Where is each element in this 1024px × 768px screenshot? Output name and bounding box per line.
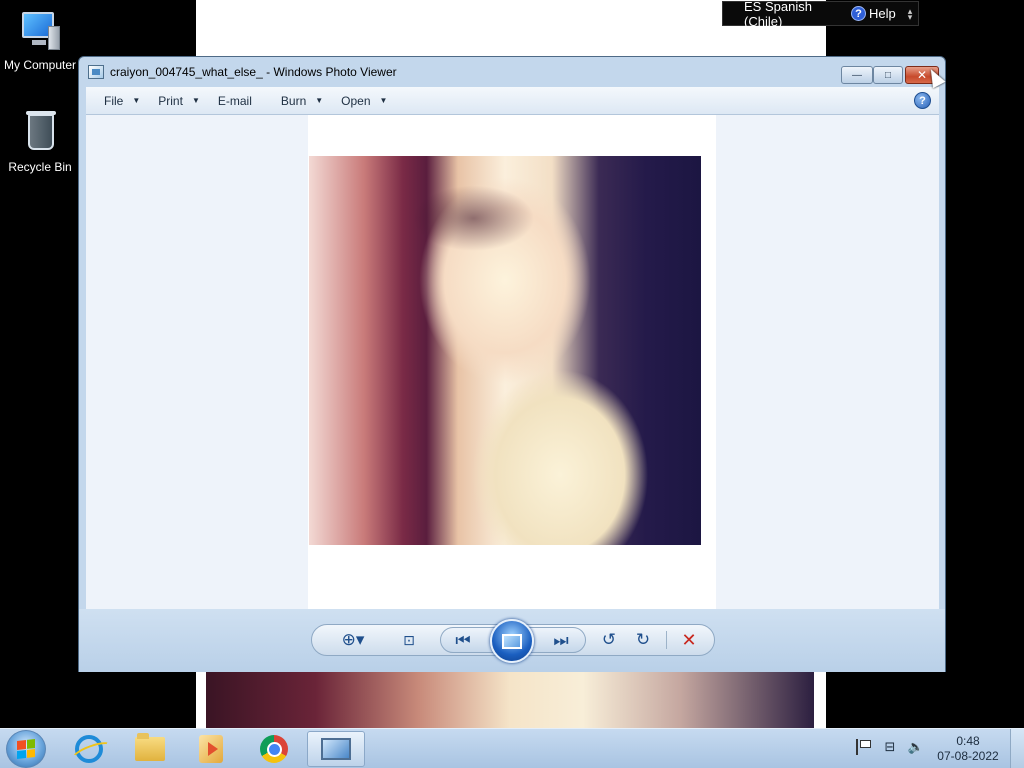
separator: [666, 631, 667, 649]
media-player-icon: [199, 735, 223, 763]
desktop-icon-label: My Computer: [3, 58, 77, 72]
internet-explorer-icon: [75, 735, 103, 763]
controls-pill: ⊕▾ ⊡ ⏮ ⏭ ↺ ↻ ✕: [311, 619, 715, 663]
menu-file-label: File: [104, 93, 124, 108]
language-indicator[interactable]: ES Spanish (Chile): [723, 0, 851, 29]
desktop-icon-label: Recycle Bin: [8, 160, 72, 174]
title-bar[interactable]: craiyon_004745_what_else_ - Windows Phot…: [79, 57, 945, 87]
actual-size-icon[interactable]: ⊡: [396, 625, 422, 655]
maximize-button[interactable]: □: [873, 66, 903, 84]
menu-burn-label: Burn: [280, 93, 307, 108]
next-icon[interactable]: ⏭: [549, 626, 573, 656]
photo-viewer-icon: [88, 65, 104, 79]
langbar-help-button[interactable]: ? Help: [851, 6, 896, 21]
taskbar-internet-explorer[interactable]: [60, 731, 118, 767]
dropdown-arrow-icon: ▼: [379, 96, 388, 105]
chrome-icon: [260, 735, 288, 763]
background-photo-strip: [206, 672, 814, 728]
menu-print[interactable]: Print ▼: [158, 94, 200, 108]
photo-viewer-icon: [321, 738, 351, 760]
menu-file[interactable]: File ▼: [104, 94, 140, 108]
slideshow-button[interactable]: [490, 619, 534, 663]
clock[interactable]: 0:48 07-08-2022: [932, 734, 1004, 764]
taskbar: ⊟ 🔈 0:48 07-08-2022: [0, 728, 1024, 768]
computer-icon: [18, 10, 62, 54]
taskbar-windows-explorer[interactable]: [121, 731, 179, 767]
volume-icon[interactable]: 🔈: [908, 739, 924, 755]
taskbar-media-player[interactable]: [182, 731, 240, 767]
show-desktop-button[interactable]: [1010, 729, 1024, 768]
dropdown-arrow-icon: ▼: [315, 96, 324, 105]
menu-bar: File ▼ Print ▼ E-mail Burn ▼ Open ▼ ?: [86, 87, 939, 115]
rotate-left-icon[interactable]: ↺: [596, 625, 622, 655]
windows-explorer-icon: [135, 733, 165, 761]
clock-time: 0:48: [956, 734, 980, 748]
clock-date: 07-08-2022: [937, 749, 999, 763]
menu-email[interactable]: E-mail: [218, 94, 252, 108]
previous-icon[interactable]: ⏮: [451, 626, 475, 656]
dropdown-arrow-icon: ▼: [191, 96, 200, 105]
langbar-options-icon[interactable]: ▴ ▾: [908, 6, 913, 21]
taskbar-photo-viewer[interactable]: [307, 731, 365, 767]
slideshow-icon: [502, 633, 522, 649]
window-title: craiyon_004745_what_else_ - Windows Phot…: [110, 65, 397, 79]
control-bar: ⊕▾ ⊡ ⏮ ⏭ ↺ ↻ ✕: [79, 609, 945, 672]
start-button[interactable]: [6, 730, 46, 768]
language-bar: ES Spanish (Chile) ? Help ▴ ▾: [722, 0, 919, 29]
delete-icon[interactable]: ✕: [674, 625, 704, 655]
menu-open[interactable]: Open ▼: [341, 94, 387, 108]
desktop-icon-my-computer[interactable]: My Computer: [0, 10, 80, 72]
action-center-flag-icon[interactable]: [856, 739, 872, 755]
langbar-help-label: Help: [869, 6, 896, 21]
menu-open-label: Open: [341, 93, 371, 108]
minimize-button[interactable]: —: [841, 66, 873, 84]
dropdown-arrow-icon: ▼: [132, 96, 141, 105]
rotate-right-icon[interactable]: ↻: [630, 625, 656, 655]
menu-print-label: Print: [158, 93, 183, 108]
recycle-bin-icon: [18, 111, 62, 156]
zoom-icon[interactable]: ⊕▾: [336, 625, 370, 655]
help-icon: ?: [851, 6, 866, 21]
taskbar-chrome[interactable]: [245, 731, 303, 767]
system-tray: ⊟ 🔈: [856, 739, 924, 755]
menu-email-label: E-mail: [217, 93, 252, 108]
menu-burn[interactable]: Burn ▼: [281, 94, 323, 108]
photo-viewer-window: craiyon_004745_what_else_ - Windows Phot…: [78, 56, 946, 672]
desktop-icon-recycle-bin[interactable]: Recycle Bin: [0, 111, 80, 174]
displayed-photo[interactable]: [309, 156, 701, 545]
help-button[interactable]: ?: [914, 92, 931, 109]
network-icon[interactable]: ⊟: [882, 739, 898, 755]
windows-logo-icon: [17, 739, 35, 759]
